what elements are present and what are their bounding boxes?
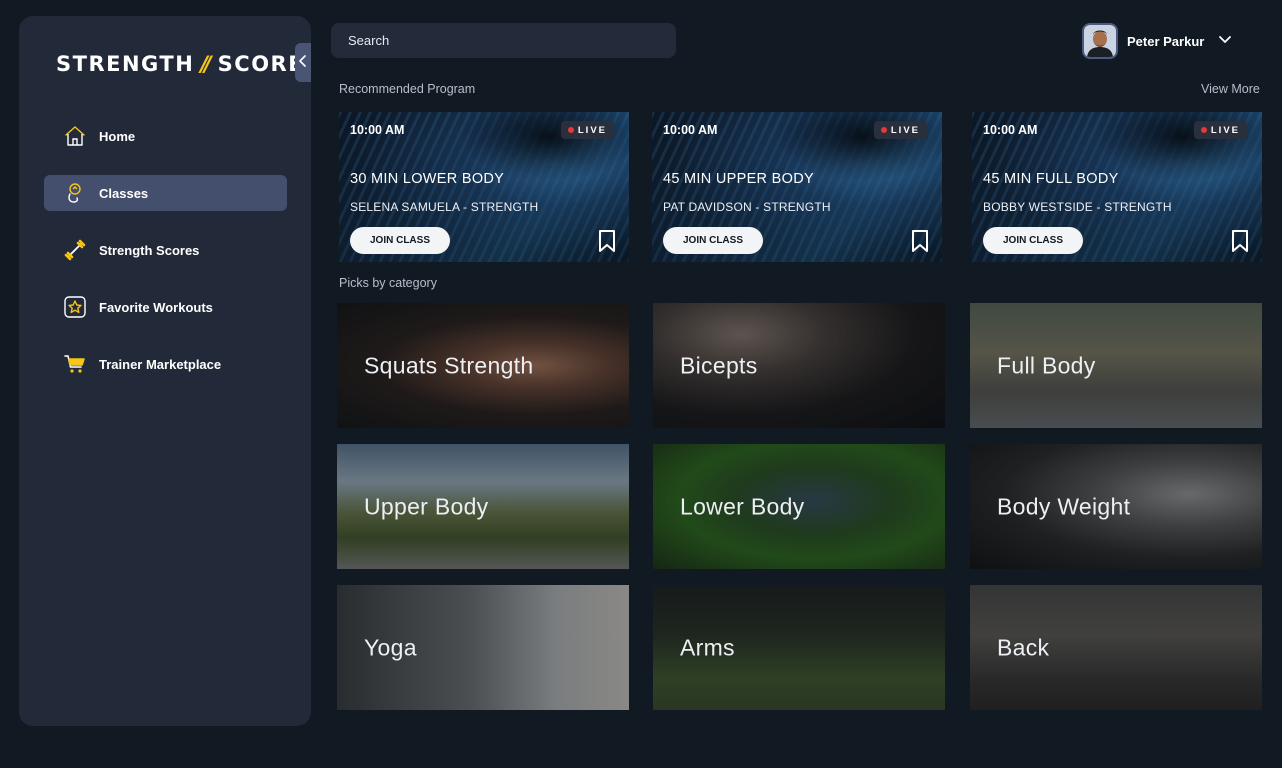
program-subtitle: SELENA SAMUELA - STRENGTH bbox=[350, 200, 539, 214]
live-label: LIVE bbox=[1210, 124, 1240, 136]
sidebar-item-favorite-workouts[interactable]: Favorite Workouts bbox=[44, 289, 287, 325]
program-subtitle: PAT DAVIDSON - STRENGTH bbox=[663, 200, 831, 214]
sidebar-item-label: Home bbox=[99, 128, 136, 144]
program-card[interactable]: 10:00 AM LIVE 45 MIN UPPER BODY PAT DAVI… bbox=[652, 112, 942, 262]
category-tile-arms[interactable]: Arms bbox=[653, 585, 945, 710]
brand-separator: // bbox=[200, 52, 211, 76]
classes-icon bbox=[63, 181, 87, 205]
chevron-down-icon[interactable] bbox=[1218, 32, 1232, 50]
program-subtitle: BOBBY WESTSIDE - STRENGTH bbox=[983, 200, 1172, 214]
category-label: Back bbox=[997, 634, 1050, 660]
search-input[interactable] bbox=[331, 23, 676, 58]
chevron-left-icon bbox=[298, 54, 308, 72]
live-dot-icon bbox=[880, 127, 887, 133]
brand-word-right: SCORE bbox=[217, 52, 305, 76]
sidebar-item-classes[interactable]: Classes bbox=[44, 175, 287, 211]
program-card[interactable]: 10:00 AM LIVE 30 MIN LOWER BODY SELENA S… bbox=[339, 112, 629, 262]
live-dot-icon bbox=[1200, 127, 1207, 133]
category-label: Bicepts bbox=[680, 352, 758, 378]
category-label: Yoga bbox=[364, 634, 417, 660]
live-badge: LIVE bbox=[560, 121, 614, 139]
user-menu[interactable]: Peter Parkur bbox=[1082, 23, 1232, 59]
category-tile-upper-body[interactable]: Upper Body bbox=[337, 444, 629, 569]
brand-logo[interactable]: STRENGTH // SCORE bbox=[56, 52, 304, 76]
sidebar-item-label: Classes bbox=[99, 185, 149, 201]
program-time: 10:00 AM bbox=[983, 123, 1038, 137]
category-tile-squats-strength[interactable]: Squats Strength bbox=[337, 303, 629, 428]
category-tile-back[interactable]: Back bbox=[970, 585, 1262, 710]
sidebar-item-label: Favorite Workouts bbox=[99, 299, 213, 315]
category-tile-body-weight[interactable]: Body Weight bbox=[970, 444, 1262, 569]
category-tile-lower-body[interactable]: Lower Body bbox=[653, 444, 945, 569]
category-label: Upper Body bbox=[364, 493, 489, 519]
sidebar-item-home[interactable]: Home bbox=[44, 118, 287, 154]
join-class-button[interactable]: JOIN CLASS bbox=[983, 227, 1083, 254]
program-time: 10:00 AM bbox=[663, 123, 718, 137]
sidebar: STRENGTH // SCORE Home Classes Strength … bbox=[19, 16, 311, 726]
program-title: 45 MIN UPPER BODY bbox=[663, 171, 814, 187]
category-label: Lower Body bbox=[680, 493, 805, 519]
category-tile-bicepts[interactable]: Bicepts bbox=[653, 303, 945, 428]
category-tile-yoga[interactable]: Yoga bbox=[337, 585, 629, 710]
join-class-button[interactable]: JOIN CLASS bbox=[663, 227, 763, 254]
dumbbell-icon bbox=[63, 238, 87, 262]
sidebar-item-label: Trainer Marketplace bbox=[99, 356, 222, 372]
join-class-button[interactable]: JOIN CLASS bbox=[350, 227, 450, 254]
bookmark-icon[interactable] bbox=[1230, 229, 1250, 253]
avatar bbox=[1082, 23, 1118, 59]
brand-word-left: STRENGTH bbox=[56, 52, 195, 76]
live-label: LIVE bbox=[577, 124, 607, 136]
home-icon bbox=[63, 124, 87, 148]
cart-icon bbox=[63, 352, 87, 376]
bookmark-icon[interactable] bbox=[597, 229, 617, 253]
sidebar-item-label: Strength Scores bbox=[99, 242, 200, 258]
program-time: 10:00 AM bbox=[350, 123, 405, 137]
live-dot-icon bbox=[567, 127, 574, 133]
star-icon bbox=[63, 295, 87, 319]
sidebar-collapse-button[interactable] bbox=[295, 43, 311, 82]
live-badge: LIVE bbox=[1193, 121, 1247, 139]
recommended-section-title: Recommended Program bbox=[339, 82, 476, 96]
program-card[interactable]: 10:00 AM LIVE 45 MIN FULL BODY BOBBY WES… bbox=[972, 112, 1262, 262]
live-label: LIVE bbox=[890, 124, 920, 136]
user-name: Peter Parkur bbox=[1127, 33, 1205, 49]
sidebar-nav: Home Classes Strength Scores Favorite Wo… bbox=[44, 118, 287, 403]
category-label: Body Weight bbox=[997, 493, 1131, 519]
program-title: 45 MIN FULL BODY bbox=[983, 171, 1119, 187]
sidebar-item-trainer-marketplace[interactable]: Trainer Marketplace bbox=[44, 346, 287, 382]
view-more-link[interactable]: View More bbox=[1201, 82, 1260, 96]
category-label: Squats Strength bbox=[364, 352, 534, 378]
bookmark-icon[interactable] bbox=[910, 229, 930, 253]
sidebar-item-strength-scores[interactable]: Strength Scores bbox=[44, 232, 287, 268]
category-label: Arms bbox=[680, 634, 735, 660]
program-title: 30 MIN LOWER BODY bbox=[350, 171, 505, 187]
category-label: Full Body bbox=[997, 352, 1096, 378]
category-tile-full-body[interactable]: Full Body bbox=[970, 303, 1262, 428]
categories-section-title: Picks by category bbox=[339, 276, 437, 290]
live-badge: LIVE bbox=[873, 121, 927, 139]
